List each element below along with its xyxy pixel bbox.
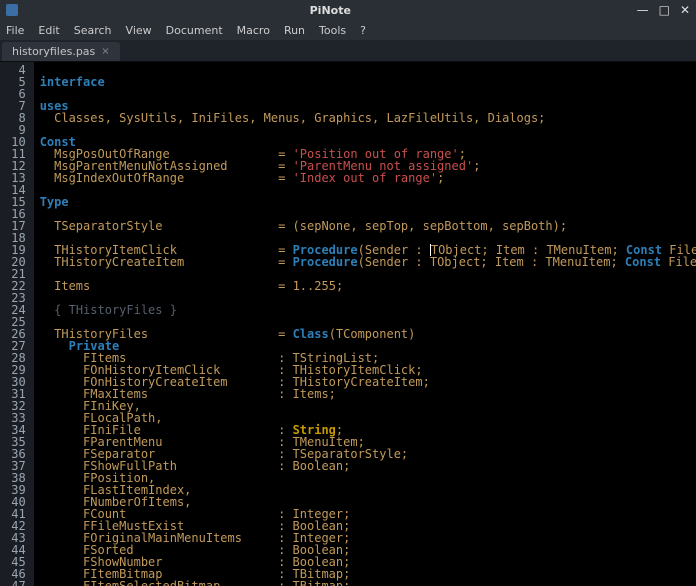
app-icon	[6, 4, 18, 16]
menu-file[interactable]: File	[6, 24, 24, 37]
titlebar: PiNote — □ ✕	[0, 0, 696, 20]
maximize-button[interactable]: □	[659, 3, 670, 17]
tabbar: historyfiles.pas ×	[0, 40, 696, 62]
menubar: File Edit Search View Document Macro Run…	[0, 20, 696, 40]
menu-document[interactable]: Document	[166, 24, 223, 37]
menu-run[interactable]: Run	[284, 24, 305, 37]
menu-macro[interactable]: Macro	[237, 24, 270, 37]
code-area[interactable]: interface uses Classes, SysUtils, IniFil…	[34, 62, 696, 586]
window-title: PiNote	[24, 4, 637, 17]
editor[interactable]: 4 5 6 7 8 9 10 11 12 13 14 15 16 17 18 1…	[0, 62, 696, 586]
menu-tools[interactable]: Tools	[319, 24, 346, 37]
minimize-button[interactable]: —	[637, 3, 649, 17]
window-controls: — □ ✕	[637, 3, 690, 17]
menu-edit[interactable]: Edit	[38, 24, 59, 37]
menu-view[interactable]: View	[126, 24, 152, 37]
line-number-gutter: 4 5 6 7 8 9 10 11 12 13 14 15 16 17 18 1…	[0, 62, 34, 586]
tab-close-icon[interactable]: ×	[101, 46, 109, 57]
close-button[interactable]: ✕	[680, 3, 690, 17]
menu-help[interactable]: ?	[360, 24, 366, 37]
tab-historyfiles[interactable]: historyfiles.pas ×	[2, 42, 120, 61]
tab-label: historyfiles.pas	[12, 45, 95, 58]
menu-search[interactable]: Search	[74, 24, 112, 37]
